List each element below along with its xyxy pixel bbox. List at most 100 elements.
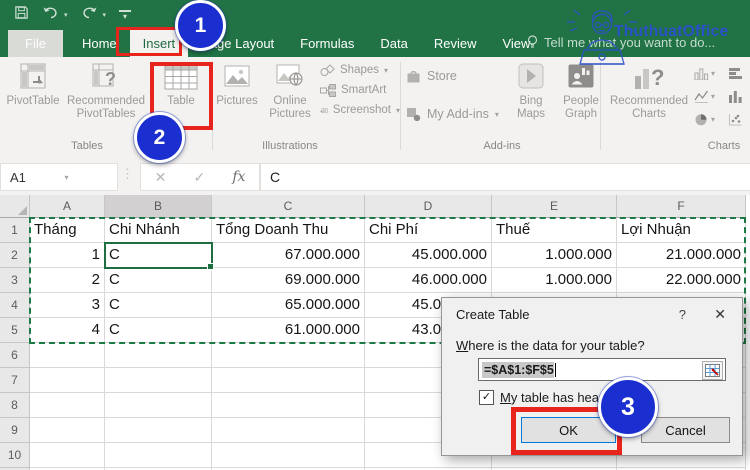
headers-checkbox[interactable]: ✓ xyxy=(479,390,494,405)
dialog-close-icon[interactable]: ✕ xyxy=(714,306,726,323)
cancel-entry-icon[interactable]: ✕ xyxy=(155,169,167,186)
bar-chart-button[interactable] xyxy=(728,62,750,85)
pictures-button[interactable]: Pictures xyxy=(212,60,262,108)
row-header-9[interactable]: 9 xyxy=(0,418,30,443)
cell-A10[interactable] xyxy=(30,443,105,468)
scatter-chart-button[interactable] xyxy=(728,108,750,131)
select-all-corner[interactable] xyxy=(0,195,30,218)
cell-D1[interactable]: Chi Phí xyxy=(365,218,492,243)
cell-D3[interactable]: 46.000.000 xyxy=(365,268,492,293)
tables-group-label: Tables xyxy=(71,140,103,152)
cell-A8[interactable] xyxy=(30,393,105,418)
name-box[interactable]: A1 ▾ xyxy=(0,163,118,191)
cell-B5[interactable]: C xyxy=(105,318,212,343)
tab-data[interactable]: Data xyxy=(367,30,420,57)
cell-A7[interactable] xyxy=(30,368,105,393)
svg-text:?: ? xyxy=(105,69,116,89)
cell-C1[interactable]: Tổng Doanh Thu xyxy=(212,218,365,243)
cell-D2[interactable]: 45.000.000 xyxy=(365,243,492,268)
save-icon[interactable] xyxy=(14,5,29,25)
range-picker-icon[interactable] xyxy=(702,361,723,380)
cell-A6[interactable] xyxy=(30,343,105,368)
table-range-input[interactable]: =$A$1:$F$5 xyxy=(478,358,726,381)
pie-chart-icon xyxy=(695,114,707,126)
cell-C10[interactable] xyxy=(212,443,365,468)
cell-C5[interactable]: 61.000.000 xyxy=(212,318,365,343)
dialog-help-icon[interactable]: ? xyxy=(679,307,686,322)
cell-A9[interactable] xyxy=(30,418,105,443)
pie-chart-button[interactable]: ▾ xyxy=(694,108,720,131)
screenshot-button[interactable]: Screenshot ▾ xyxy=(320,102,400,118)
store-button[interactable]: Store xyxy=(406,64,499,88)
redo-dropdown-icon[interactable]: ▾ xyxy=(103,11,107,19)
smartart-button[interactable]: SmartArt xyxy=(320,82,400,98)
column-chart-2-button[interactable] xyxy=(728,85,750,108)
online-pictures-button[interactable]: Online Pictures xyxy=(262,60,318,121)
column-header-E[interactable]: E xyxy=(492,195,617,218)
cell-C2[interactable]: 67.000.000 xyxy=(212,243,365,268)
insert-function-icon[interactable]: fx xyxy=(232,169,245,185)
name-box-dropdown-icon[interactable]: ▾ xyxy=(56,173,118,182)
shapes-button[interactable]: Shapes ▾ xyxy=(320,62,400,78)
undo-icon[interactable] xyxy=(42,6,59,24)
cell-A1[interactable]: Tháng xyxy=(30,218,105,243)
row-header-3[interactable]: 3 xyxy=(0,268,30,293)
cell-F2[interactable]: 21.000.000 xyxy=(617,243,746,268)
cell-B1[interactable]: Chi Nhánh xyxy=(105,218,212,243)
column-header-C[interactable]: C xyxy=(212,195,365,218)
tab-home[interactable]: Home xyxy=(69,30,130,57)
undo-dropdown-icon[interactable]: ▾ xyxy=(64,11,68,19)
cell-E1[interactable]: Thuế xyxy=(492,218,617,243)
row-header-10[interactable]: 10 xyxy=(0,443,30,468)
cell-C9[interactable] xyxy=(212,418,365,443)
formula-input[interactable]: C xyxy=(260,163,750,191)
redo-icon[interactable] xyxy=(81,6,98,24)
row-header-4[interactable]: 4 xyxy=(0,293,30,318)
cell-F3[interactable]: 22.000.000 xyxy=(617,268,746,293)
column-chart-button[interactable]: ▾ xyxy=(694,62,720,85)
cell-B3[interactable]: C xyxy=(105,268,212,293)
cell-B2[interactable]: C xyxy=(105,243,212,268)
cell-E3[interactable]: 1.000.000 xyxy=(492,268,617,293)
cell-F1[interactable]: Lợi Nhuận xyxy=(617,218,746,243)
cell-B6[interactable] xyxy=(105,343,212,368)
tab-review[interactable]: Review xyxy=(421,30,490,57)
cell-C3[interactable]: 69.000.000 xyxy=(212,268,365,293)
cell-A4[interactable]: 3 xyxy=(30,293,105,318)
cell-A3[interactable]: 2 xyxy=(30,268,105,293)
row-header-8[interactable]: 8 xyxy=(0,393,30,418)
cell-C6[interactable] xyxy=(212,343,365,368)
pictures-icon xyxy=(224,60,250,92)
cell-A5[interactable]: 4 xyxy=(30,318,105,343)
row-header-5[interactable]: 5 xyxy=(0,318,30,343)
cell-B7[interactable] xyxy=(105,368,212,393)
formula-bar-resize-handle[interactable]: ⋮ xyxy=(121,166,134,182)
cell-E2[interactable]: 1.000.000 xyxy=(492,243,617,268)
row-header-7[interactable]: 7 xyxy=(0,368,30,393)
cell-B9[interactable] xyxy=(105,418,212,443)
cell-C8[interactable] xyxy=(212,393,365,418)
customize-qat-icon[interactable]: ▾ xyxy=(119,9,132,21)
row-header-6[interactable]: 6 xyxy=(0,343,30,368)
column-header-A[interactable]: A xyxy=(30,195,105,218)
cell-A2[interactable]: 1 xyxy=(30,243,105,268)
my-addins-button[interactable]: My Add-ins ▾ xyxy=(406,102,499,126)
table-button[interactable]: Table xyxy=(150,60,212,108)
column-header-B[interactable]: B xyxy=(105,195,212,218)
pivottable-button[interactable]: PivotTable xyxy=(4,60,62,108)
column-header-D[interactable]: D xyxy=(365,195,492,218)
row-header-2[interactable]: 2 xyxy=(0,243,30,268)
recommended-pivottables-button[interactable]: ? Recommended PivotTables xyxy=(62,60,150,121)
cell-C4[interactable]: 65.000.000 xyxy=(212,293,365,318)
column-header-F[interactable]: F xyxy=(617,195,746,218)
tab-file[interactable]: File xyxy=(8,30,63,57)
line-chart-button[interactable]: ▾ xyxy=(694,85,720,108)
row-header-1[interactable]: 1 xyxy=(0,218,30,243)
cell-C7[interactable] xyxy=(212,368,365,393)
cell-B10[interactable] xyxy=(105,443,212,468)
bing-maps-button[interactable]: Bing Maps xyxy=(506,60,556,121)
cell-B4[interactable]: C xyxy=(105,293,212,318)
tab-formulas[interactable]: Formulas xyxy=(287,30,367,57)
cell-B8[interactable] xyxy=(105,393,212,418)
confirm-entry-icon[interactable]: ✓ xyxy=(193,169,205,186)
